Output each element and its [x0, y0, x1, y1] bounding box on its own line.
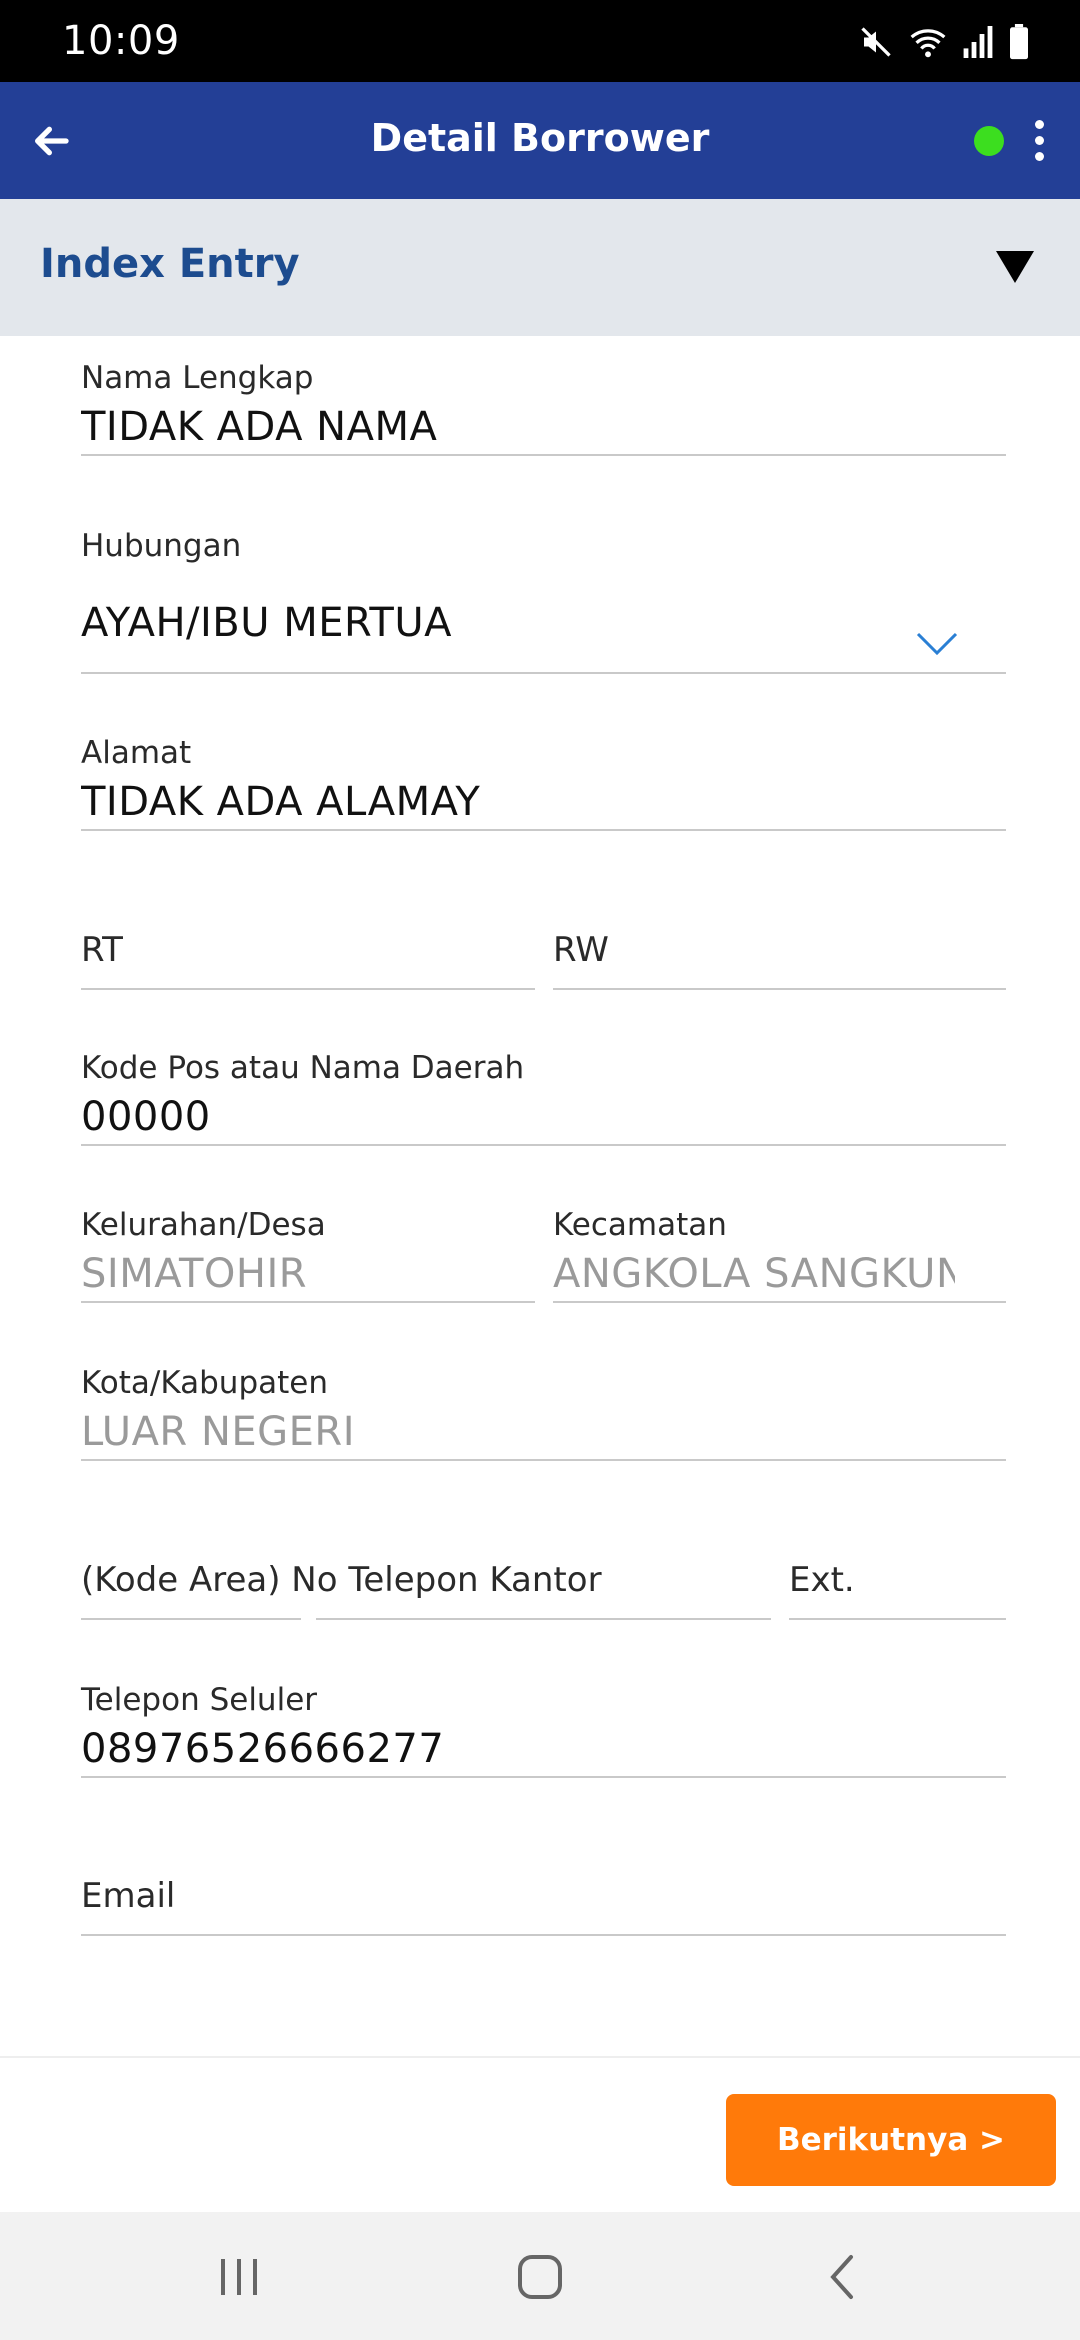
telepon-kantor-input[interactable] — [316, 1556, 771, 1624]
kecamatan-value: ANGKOLA SANGKUNUR — [553, 1251, 955, 1297]
nama-lengkap-label: Nama Lengkap — [81, 360, 314, 396]
kota-label: Kota/Kabupaten — [81, 1365, 329, 1401]
ext-underline — [789, 1618, 1006, 1620]
chevron-left-icon — [830, 2255, 853, 2299]
status-time: 10:09 — [62, 18, 180, 64]
kode-pos-value[interactable]: 00000 — [81, 1094, 211, 1140]
kelurahan-underline — [81, 1301, 535, 1303]
kode-pos-label: Kode Pos atau Nama Daerah — [81, 1050, 525, 1086]
rt-placeholder: RT — [81, 930, 123, 970]
home-button[interactable] — [500, 2242, 580, 2312]
kota-value: LUAR NEGERI — [81, 1409, 355, 1455]
back-nav-button[interactable] — [803, 2242, 883, 2312]
kelurahan-value: SIMATOHIR — [81, 1251, 308, 1297]
hubungan-dropdown[interactable]: Hubungan AYAH/IBU MERTUA — [81, 524, 1006, 678]
chevron-down-icon[interactable] — [915, 630, 959, 658]
app-bar: Detail Borrower — [0, 82, 1080, 199]
ext-field[interactable]: Ext. — [789, 1556, 1006, 1624]
status-indicator — [974, 126, 1004, 156]
recent-apps-icon — [221, 2259, 257, 2295]
kode-pos-field[interactable]: Kode Pos atau Nama Daerah 00000 — [81, 1046, 1006, 1150]
mute-icon — [858, 24, 894, 60]
wifi-icon — [908, 24, 948, 60]
home-icon — [518, 2255, 562, 2299]
nama-lengkap-underline — [81, 454, 1006, 456]
kelurahan-field: Kelurahan/Desa SIMATOHIR — [81, 1203, 535, 1307]
rw-underline — [553, 988, 1006, 990]
page-title: Detail Borrower — [370, 116, 710, 160]
kecamatan-label: Kecamatan — [553, 1207, 727, 1243]
kota-underline — [81, 1459, 1006, 1461]
rt-underline — [81, 988, 535, 990]
status-bar: 10:09 — [0, 0, 1080, 82]
nama-lengkap-field[interactable]: Nama Lengkap TIDAK ADA NAMA — [81, 356, 1006, 460]
next-button[interactable]: Berikutnya > — [726, 2094, 1056, 2186]
battery-icon — [1008, 24, 1030, 60]
email-placeholder: Email — [81, 1876, 176, 1916]
section-header-index-entry[interactable]: Index Entry — [0, 199, 1080, 336]
action-bar: Berikutnya > — [0, 2056, 1080, 2212]
telepon-seluler-value[interactable]: 08976526666277 — [81, 1726, 444, 1772]
hubungan-value[interactable]: AYAH/IBU MERTUA — [81, 600, 452, 646]
kecamatan-field: Kecamatan ANGKOLA SANGKUNUR — [553, 1203, 1006, 1307]
ext-placeholder: Ext. — [789, 1560, 855, 1600]
kecamatan-underline — [553, 1301, 1006, 1303]
telepon-seluler-underline — [81, 1776, 1006, 1778]
section-title: Index Entry — [40, 241, 300, 287]
kota-field: Kota/Kabupaten LUAR NEGERI — [81, 1361, 1006, 1465]
alamat-label: Alamat — [81, 735, 192, 771]
recent-apps-button[interactable] — [199, 2242, 279, 2312]
hubungan-label: Hubungan — [81, 528, 242, 564]
more-vertical-icon — [1034, 119, 1044, 129]
rw-field[interactable]: RW — [553, 926, 1006, 994]
alamat-value[interactable]: TIDAK ADA ALAMAY — [81, 779, 480, 825]
kode-pos-underline — [81, 1144, 1006, 1146]
rt-field[interactable]: RT — [81, 926, 535, 994]
email-field[interactable]: Email — [81, 1872, 1006, 1940]
telepon-kantor-underline — [316, 1618, 771, 1620]
more-menu-button[interactable] — [1024, 112, 1054, 168]
rw-placeholder: RW — [553, 930, 609, 970]
kelurahan-label: Kelurahan/Desa — [81, 1207, 326, 1243]
kode-area-input[interactable] — [81, 1556, 301, 1624]
kode-area-underline — [81, 1618, 301, 1620]
alamat-underline — [81, 829, 1006, 831]
telepon-seluler-field[interactable]: Telepon Seluler 08976526666277 — [81, 1678, 1006, 1782]
signal-icon — [962, 24, 994, 60]
navigation-bar — [0, 2212, 1080, 2340]
status-icons — [858, 20, 1030, 64]
triangle-down-icon[interactable] — [996, 251, 1034, 283]
alamat-field[interactable]: Alamat TIDAK ADA ALAMAY — [81, 731, 1006, 835]
nama-lengkap-value[interactable]: TIDAK ADA NAMA — [81, 404, 437, 450]
telepon-seluler-label: Telepon Seluler — [81, 1682, 318, 1718]
hubungan-underline — [81, 672, 1006, 674]
email-underline — [81, 1934, 1006, 1936]
